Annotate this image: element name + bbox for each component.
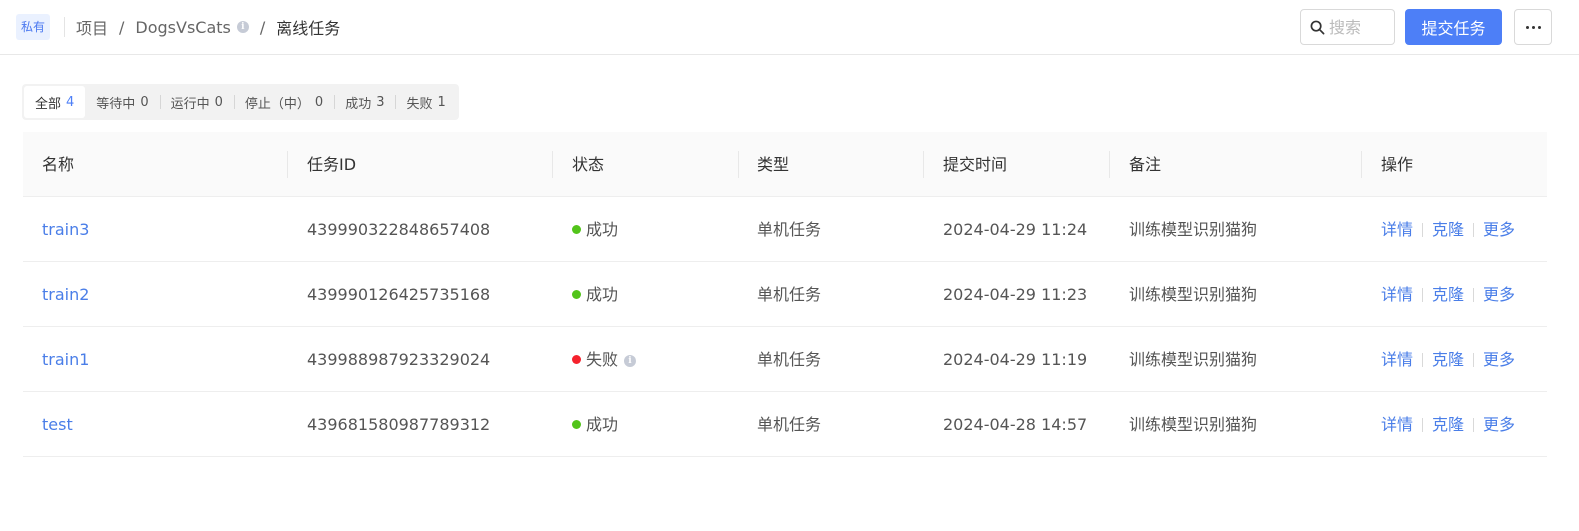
- table-header: 名称 任务ID 状态 类型 提交时间 备注 操作: [23, 132, 1547, 197]
- task-type: 单机任务: [757, 350, 822, 369]
- filter-tab-running[interactable]: 运行中 0: [159, 86, 234, 118]
- submit-time: 2024-04-29 11:24: [943, 220, 1088, 239]
- status-dot: [572, 225, 581, 234]
- column-header-actions: 操作: [1381, 155, 1414, 174]
- header-divider: [64, 17, 65, 37]
- status-label: 成功: [586, 415, 619, 434]
- task-id: 439990322848657408: [307, 220, 491, 239]
- task-type: 单机任务: [757, 285, 822, 304]
- filter-tab-success[interactable]: 成功 3: [334, 86, 395, 118]
- more-options-button[interactable]: [1514, 9, 1552, 45]
- breadcrumb-separator: /: [119, 17, 125, 37]
- details-link[interactable]: 详情: [1381, 350, 1413, 369]
- status-cell: 成功: [572, 197, 618, 262]
- submit-time: 2024-04-29 11:23: [943, 285, 1088, 304]
- more-link[interactable]: 更多: [1483, 350, 1515, 369]
- status-cell: 成功: [572, 262, 618, 327]
- breadcrumb: 项目 / DogsVsCats i / 离线任务: [76, 14, 340, 40]
- submit-task-button[interactable]: 提交任务: [1405, 9, 1502, 45]
- search-input[interactable]: [1329, 17, 1389, 37]
- filter-tab-all[interactable]: 全部 4: [24, 86, 86, 118]
- more-link[interactable]: 更多: [1483, 415, 1515, 434]
- clone-link[interactable]: 克隆: [1432, 220, 1464, 239]
- status-dot: [572, 355, 581, 364]
- ellipsis-icon: [1525, 25, 1529, 29]
- status-cell: 成功: [572, 392, 618, 457]
- search-box[interactable]: [1300, 9, 1395, 45]
- task-name-link[interactable]: test: [42, 392, 73, 457]
- column-header-id: 任务ID: [307, 155, 357, 174]
- status-filter-tabs: 全部 4 等待中 0 运行中 0 停止（中） 0 成功 3 失败 1: [22, 84, 459, 120]
- submit-time: 2024-04-28 14:57: [943, 415, 1088, 434]
- details-link[interactable]: 详情: [1381, 220, 1413, 239]
- row-actions: 详情 克隆 更多: [1381, 327, 1515, 392]
- task-note: 训练模型识别猫狗: [1129, 350, 1258, 369]
- task-name-link[interactable]: train2: [42, 262, 89, 327]
- breadcrumb-separator: /: [259, 17, 266, 37]
- column-header-type: 类型: [757, 155, 790, 174]
- row-actions: 详情 克隆 更多: [1381, 197, 1515, 262]
- task-note: 训练模型识别猫狗: [1129, 285, 1258, 304]
- more-link[interactable]: 更多: [1483, 220, 1515, 239]
- breadcrumb-projects[interactable]: 项目: [76, 15, 108, 39]
- column-header-note: 备注: [1129, 155, 1162, 174]
- page-header: 私有 项目 / DogsVsCats i / 离线任务 提交任务: [0, 0, 1579, 55]
- row-actions: 详情 克隆 更多: [1381, 262, 1515, 327]
- status-label: 成功: [586, 220, 619, 239]
- column-header-time: 提交时间: [943, 155, 1008, 174]
- status-label: 失败: [586, 350, 619, 369]
- failure-info-icon[interactable]: i: [624, 354, 637, 367]
- table-row: train2 439990126425735168 成功 单机任务 2024-0…: [23, 262, 1547, 327]
- task-name-link[interactable]: train3: [42, 197, 89, 262]
- clone-link[interactable]: 克隆: [1432, 415, 1464, 434]
- filter-tab-stopped[interactable]: 停止（中） 0: [233, 86, 334, 118]
- row-actions: 详情 克隆 更多: [1381, 392, 1515, 457]
- task-note: 训练模型识别猫狗: [1129, 415, 1258, 434]
- task-table: 名称 任务ID 状态 类型 提交时间 备注 操作 train3 43999032…: [23, 132, 1547, 457]
- status-cell: 失败 i: [572, 327, 637, 392]
- private-badge: 私有: [16, 14, 51, 40]
- breadcrumb-project[interactable]: DogsVsCats: [135, 18, 230, 37]
- filter-tab-failed[interactable]: 失败 1: [395, 86, 456, 118]
- table-row: train3 439990322848657408 成功 单机任务 2024-0…: [23, 197, 1547, 262]
- clone-link[interactable]: 克隆: [1432, 285, 1464, 304]
- status-dot: [572, 420, 581, 429]
- details-link[interactable]: 详情: [1381, 415, 1413, 434]
- column-header-name: 名称: [42, 155, 75, 174]
- table-row: test 439681580987789312 成功 单机任务 2024-04-…: [23, 392, 1547, 457]
- task-name-link[interactable]: train1: [42, 327, 89, 392]
- task-type: 单机任务: [757, 220, 822, 239]
- status-dot: [572, 290, 581, 299]
- clone-link[interactable]: 克隆: [1432, 350, 1464, 369]
- more-link[interactable]: 更多: [1483, 285, 1515, 304]
- table-row: train1 439988987923329024 失败 i 单机任务 2024-…: [23, 327, 1547, 392]
- task-id: 439681580987789312: [307, 415, 491, 434]
- task-id: 439990126425735168: [307, 285, 491, 304]
- filter-tab-waiting[interactable]: 等待中 0: [85, 86, 159, 118]
- status-label: 成功: [586, 285, 619, 304]
- submit-time: 2024-04-29 11:19: [943, 350, 1088, 369]
- details-link[interactable]: 详情: [1381, 285, 1413, 304]
- breadcrumb-current: 离线任务: [276, 19, 341, 38]
- task-id: 439988987923329024: [307, 350, 491, 369]
- search-icon: [1310, 20, 1325, 34]
- task-type: 单机任务: [757, 415, 822, 434]
- column-header-status: 状态: [572, 155, 605, 174]
- info-icon[interactable]: i: [236, 21, 249, 33]
- task-note: 训练模型识别猫狗: [1129, 220, 1258, 239]
